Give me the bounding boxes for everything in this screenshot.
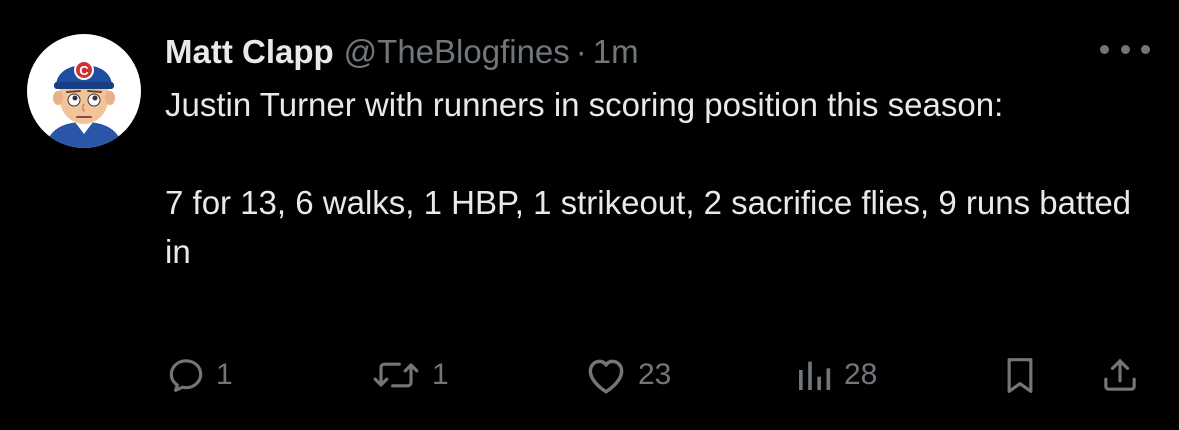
more-horizontal-icon	[1100, 44, 1109, 54]
tweet-paragraph: 7 for 13, 6 walks, 1 HBP, 1 strikeout, 2…	[165, 184, 1132, 270]
more-horizontal-icon	[1141, 44, 1150, 54]
like-count: 23	[638, 358, 672, 391]
avatar[interactable]: C	[27, 34, 141, 148]
repost-count: 1	[432, 358, 449, 391]
more-horizontal-icon	[1120, 44, 1130, 54]
author-handle[interactable]: @TheBlogfines	[344, 30, 570, 74]
reply-icon	[169, 359, 203, 392]
more-options-button[interactable]	[1100, 38, 1150, 60]
heart-icon	[588, 359, 624, 394]
reply-button[interactable]: 1	[166, 348, 233, 402]
views-button[interactable]: 28	[794, 348, 877, 402]
svg-text:C: C	[79, 63, 89, 78]
tweet-timestamp[interactable]: 1m	[593, 30, 639, 74]
views-count: 28	[844, 358, 878, 391]
avatar-image: C	[45, 60, 123, 148]
bookmark-icon	[1007, 358, 1033, 393]
tweet[interactable]: C Matt Clapp @TheBlogfines · 1m Justin T…	[0, 0, 1179, 430]
views-chart-icon	[799, 361, 831, 390]
share-button[interactable]	[1100, 348, 1140, 402]
tweet-text: Justin Turner with runners in scoring po…	[165, 80, 1145, 276]
share-icon	[1104, 359, 1136, 391]
like-button[interactable]: 23	[584, 348, 671, 402]
author-name[interactable]: Matt Clapp	[165, 30, 334, 74]
bookmark-button[interactable]	[1000, 348, 1040, 402]
repost-icon	[373, 362, 419, 388]
tweet-actions: 1 1 23 28	[0, 348, 1179, 402]
repost-button[interactable]: 1	[370, 348, 449, 402]
tweet-paragraph: Justin Turner with runners in scoring po…	[165, 86, 1004, 123]
reply-count: 1	[216, 358, 233, 391]
separator-dot: ·	[575, 33, 587, 70]
tweet-header: Matt Clapp @TheBlogfines · 1m	[165, 30, 639, 74]
